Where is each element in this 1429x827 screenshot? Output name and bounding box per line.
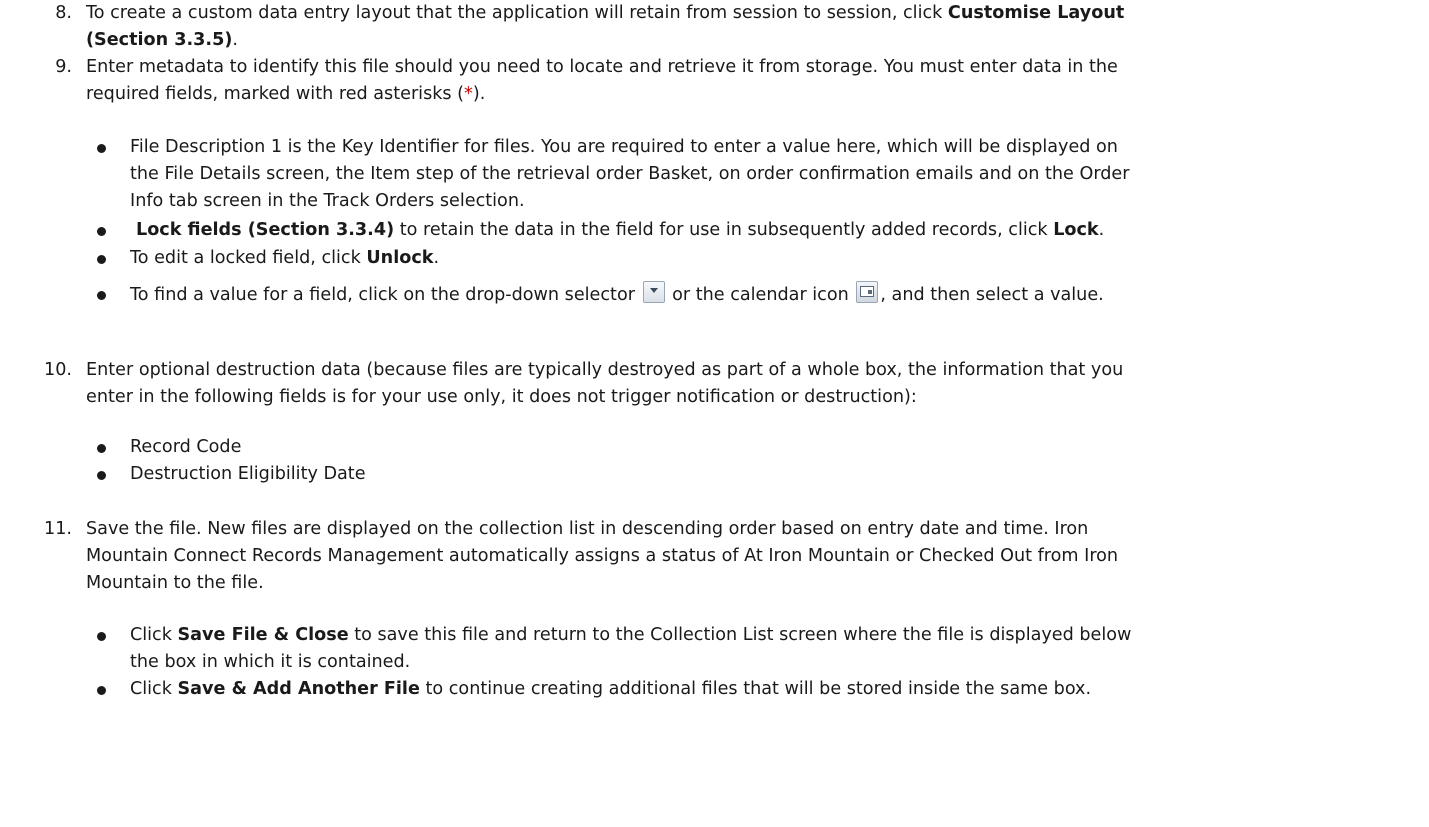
step-number: 10. bbox=[44, 360, 72, 380]
step-text: Save the file. New files are displayed o… bbox=[86, 519, 1119, 593]
step-11: 11. Save the file. New files are display… bbox=[0, 516, 1420, 597]
step-text: Enter optional destruction data (because… bbox=[86, 360, 1124, 407]
list-item: To edit a locked field, click Unlock. bbox=[0, 245, 1420, 272]
list-item: To find a value for a field, click on th… bbox=[0, 281, 1420, 309]
step-8: 8. To create a custom data entry layout … bbox=[0, 0, 1420, 54]
step-9-bullets: File Description 1 is the Key Identifier… bbox=[0, 134, 1420, 309]
step-number: 9. bbox=[55, 57, 72, 77]
customise-layout-link: Customise Layout bbox=[947, 3, 1125, 23]
dropdown-selector-icon bbox=[642, 281, 665, 303]
list-item: Lock fields (Section 3.3.4) to retain th… bbox=[0, 217, 1420, 244]
list-item: Destruction Eligibility Date bbox=[0, 461, 1420, 488]
step-text: Enter metadata to identify this file sho… bbox=[86, 57, 1118, 104]
required-asterisk: * bbox=[464, 84, 473, 104]
list-item: Record Code bbox=[0, 434, 1420, 461]
list-item: Click Save File & Close to save this fil… bbox=[0, 622, 1420, 676]
step-number: 11. bbox=[44, 519, 72, 539]
step-10: 10. Enter optional destruction data (bec… bbox=[0, 357, 1420, 411]
list-item: File Description 1 is the Key Identifier… bbox=[0, 134, 1420, 215]
step-10-bullets: Record Code Destruction Eligibility Date bbox=[0, 434, 1420, 488]
calendar-icon bbox=[856, 281, 879, 303]
step-9: 9. Enter metadata to identify this file … bbox=[0, 54, 1420, 108]
step-11-bullets: Click Save File & Close to save this fil… bbox=[0, 622, 1420, 703]
section-reference: (Section 3.3.5) bbox=[86, 30, 233, 50]
step-text: To create a custom data entry layout tha… bbox=[86, 3, 1125, 50]
document-page: 8. To create a custom data entry layout … bbox=[0, 0, 1429, 827]
step-number: 8. bbox=[55, 3, 72, 23]
list-item: Click Save & Add Another File to continu… bbox=[0, 676, 1420, 703]
